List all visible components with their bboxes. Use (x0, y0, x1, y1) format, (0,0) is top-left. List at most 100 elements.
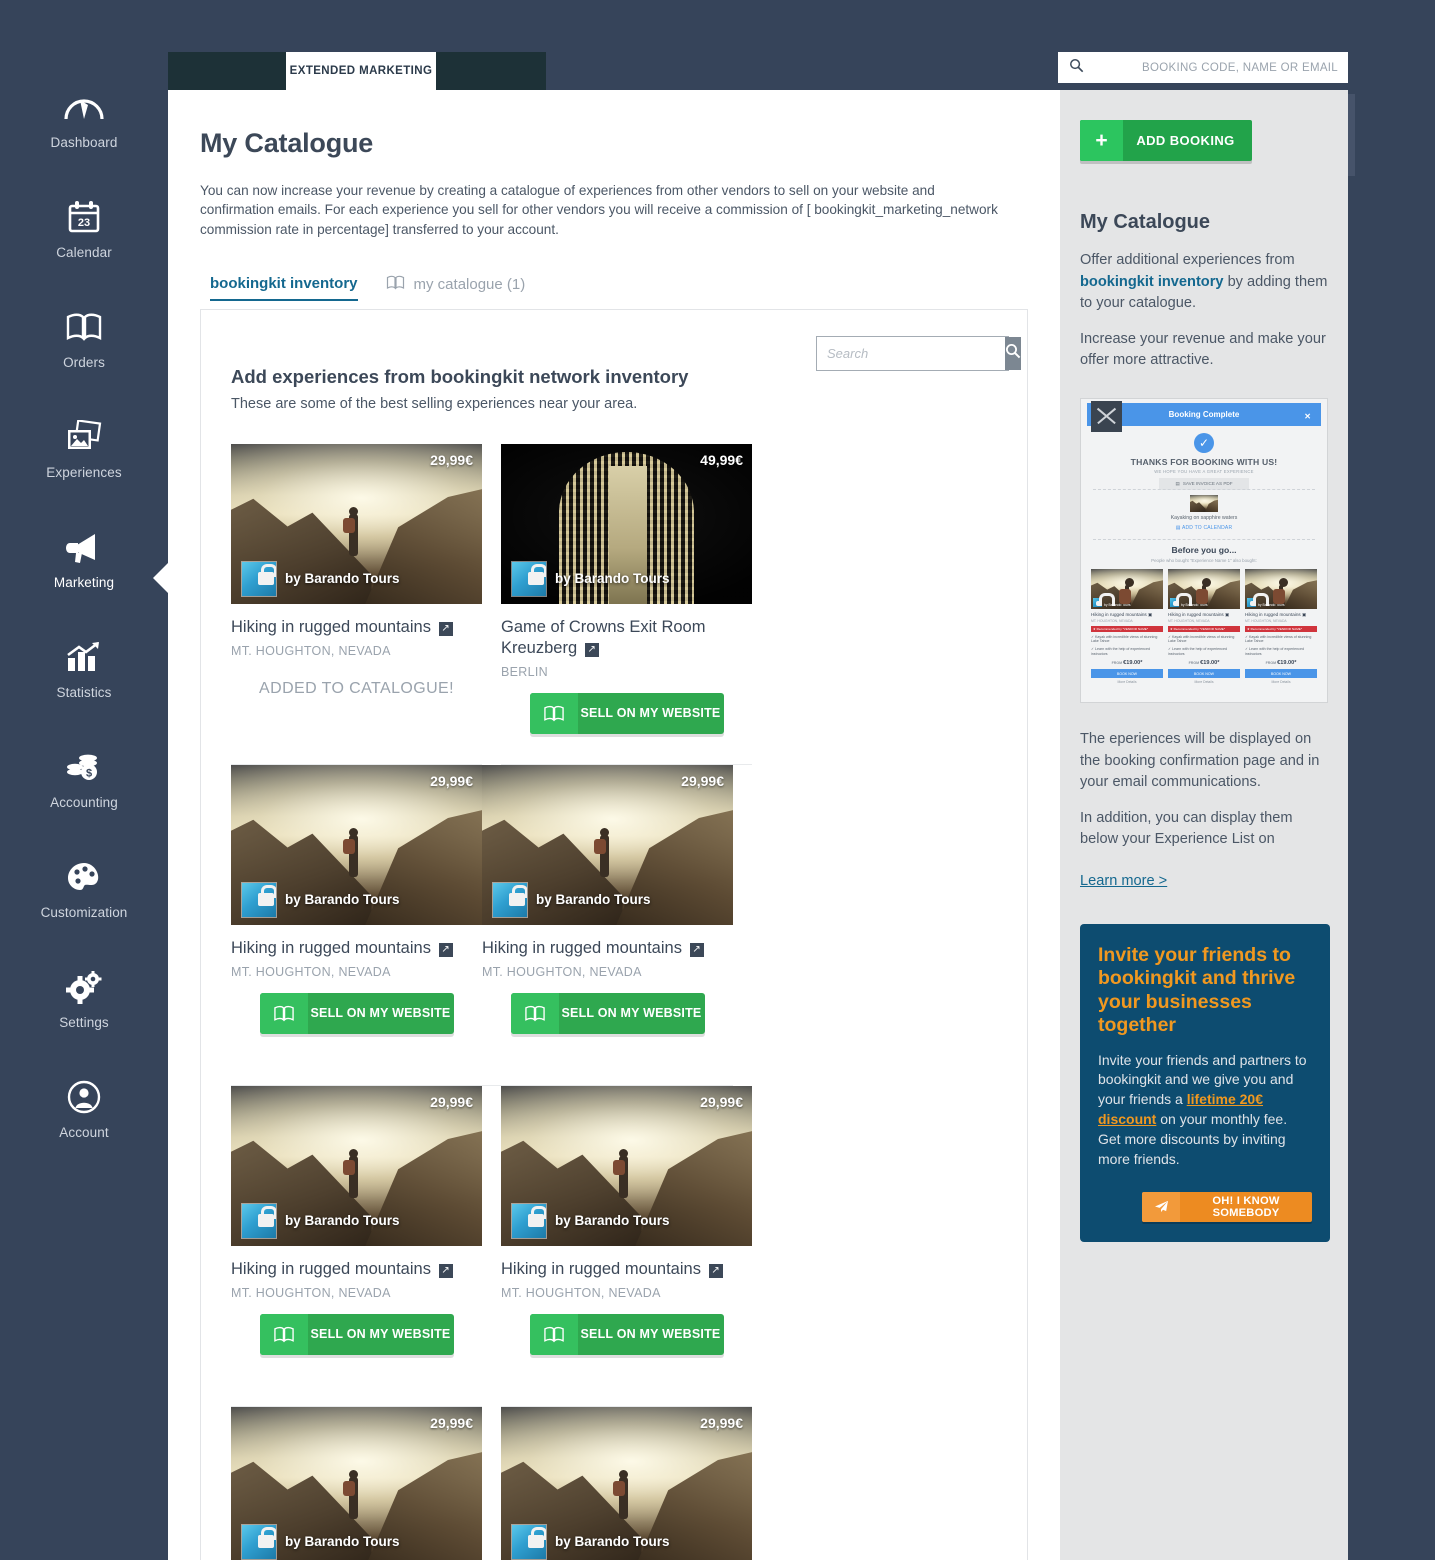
bookingkit-inventory-link[interactable]: bookingkit inventory (1080, 274, 1224, 290)
external-link-icon[interactable]: ↗ (438, 1263, 453, 1278)
book-icon (529, 692, 578, 734)
add-booking-button[interactable]: + ADD BOOKING (1080, 120, 1252, 161)
sell-on-my-website-button[interactable]: SELL ON MY WEBSITE (510, 992, 705, 1034)
global-search-input[interactable] (1084, 52, 1348, 83)
preview-card-location: MT. HOUGHTON, NEVADA (1091, 618, 1133, 623)
right-sidebar: + ADD BOOKING My Catalogue Offer additio… (1060, 90, 1348, 1560)
sell-button-label: SELL ON MY WEBSITE (580, 1327, 721, 1342)
sidebar-item-dashboard[interactable]: Dashboard (0, 84, 168, 194)
vendor-logo-icon (1247, 593, 1269, 607)
experience-card: 29,99€by Barando Tours Hiking in rugged m… (482, 764, 733, 1086)
plus-icon: + (1080, 120, 1123, 161)
svg-text:23: 23 (78, 217, 90, 229)
sell-on-my-website-button[interactable]: SELL ON MY WEBSITE (259, 1313, 454, 1355)
sidebar-item-account[interactable]: Account (0, 1074, 168, 1184)
book-icon (259, 992, 308, 1034)
top-bar: EXTENDED MARKETING (0, 0, 1435, 90)
preview-card-badge: ★ Recommended by *VENDOR NAME* (1245, 625, 1317, 632)
experience-card-inner: 29,99€ by Barando Tours Hiking in rugged m… (231, 1085, 482, 1407)
preview-before-you-go: Before you go... (1171, 544, 1237, 555)
sidebar-label-account: Account (59, 1125, 109, 1140)
experience-thumbnail[interactable]: 29,99€ by Barando Tours (231, 764, 482, 925)
experience-thumbnail[interactable]: 29,99€ by Barando Tours (231, 1406, 482, 1560)
preview-card-image: by Barando Tours (1168, 568, 1240, 609)
preview-card-feature-2: ✓ Learn with the help of experienced ins… (1168, 647, 1227, 656)
experience-vendor: by Barando Tours (241, 1202, 400, 1239)
right-p1-a: Offer additional experiences from (1080, 252, 1295, 268)
experience-thumbnail[interactable]: 49,99€ by Barando Tours (501, 443, 752, 604)
preview-card-feature-1: ✓ Kayak with incredible views of stunnin… (1091, 634, 1158, 644)
vendor-name: by Barando Tours (285, 892, 400, 908)
vendor-logo-icon (1093, 593, 1115, 607)
preview-card-image: by Barando Tours (1245, 568, 1317, 609)
left-sidebar: Dashboard 23 Calendar Orders Experiences… (0, 0, 169, 1560)
svg-text:$: $ (86, 768, 92, 780)
file-icon: ▤ (1175, 480, 1180, 486)
sidebar-label-settings: Settings (59, 1015, 109, 1030)
sell-on-my-website-button[interactable]: SELL ON MY WEBSITE (259, 992, 454, 1034)
learn-more-link[interactable]: Learn more > (1080, 873, 1167, 889)
preview-book-now-button: BOOK NOW (1245, 669, 1317, 679)
inventory-panel: Add experiences from bookingkit network … (200, 308, 1028, 1560)
experience-card: 29,99€by Barando Tours Hiking in rugged m… (231, 443, 482, 765)
sidebar-item-orders[interactable]: Orders (0, 304, 168, 414)
book-icon (510, 992, 559, 1034)
external-link-icon[interactable]: ↗ (708, 1263, 723, 1278)
page-scrollbar[interactable] (1348, 94, 1355, 176)
invite-friends-card: Invite your friends to bookingkit and th… (1080, 923, 1330, 1242)
experience-title[interactable]: Hiking in rugged mountains ↗ (501, 1259, 752, 1280)
external-link-icon[interactable]: ↗ (689, 942, 704, 957)
external-link-icon[interactable]: ↗ (438, 621, 453, 636)
vendor-logo-icon (511, 1523, 547, 1560)
inventory-search-button[interactable] (1005, 336, 1021, 370)
preview-brand-logo (1091, 400, 1122, 432)
experience-title[interactable]: Hiking in rugged mountains ↗ (231, 617, 482, 638)
preview-card-location: MT. HOUGHTON, NEVADA (1168, 618, 1210, 623)
sell-on-my-website-button[interactable]: SELL ON MY WEBSITE (529, 1313, 724, 1355)
inventory-search[interactable] (816, 335, 1021, 371)
experience-thumbnail[interactable]: 29,99€ by Barando Tours (231, 1085, 482, 1246)
sidebar-item-accounting[interactable]: $ Accounting (0, 744, 168, 854)
sidebar-item-experiences[interactable]: Experiences (0, 414, 168, 524)
experience-location: MT. HOUGHTON, NEVADA (482, 964, 642, 979)
preview-recommendation-column: by Barando Tours Hiking in rugged mountai… (1168, 568, 1240, 684)
vendor-name: by Barando Tours (536, 892, 651, 908)
preview-kayak-image (1190, 494, 1218, 512)
inventory-search-input[interactable] (817, 336, 1005, 370)
experience-location: MT. HOUGHTON, NEVADA (231, 1285, 391, 1300)
sidebar-item-calendar[interactable]: 23 Calendar (0, 194, 168, 304)
external-link-icon[interactable]: ↗ (438, 942, 453, 957)
experience-thumbnail[interactable]: 29,99€ by Barando Tours (231, 443, 482, 604)
user-circle-icon (66, 1074, 102, 1120)
experience-title[interactable]: Hiking in rugged mountains ↗ (482, 938, 733, 959)
vendor-name: by Barando Tours (285, 1213, 400, 1229)
main-content: My Catalogue You can now increase your r… (168, 90, 1060, 1560)
sidebar-item-settings[interactable]: Settings (0, 964, 168, 1074)
experience-price: 29,99€ (430, 1093, 473, 1110)
experience-thumbnail[interactable]: 29,99€ by Barando Tours (482, 764, 733, 925)
experience-location: MT. HOUGHTON, NEVADA (501, 1285, 661, 1300)
experience-title[interactable]: Hiking in rugged mountains ↗ (231, 938, 482, 959)
preview-divider-2 (1093, 538, 1315, 540)
sidebar-label-accounting: Accounting (50, 795, 118, 810)
experience-title[interactable]: Game of Crowns Exit Room Kreuzberg ↗ (501, 617, 752, 659)
sidebar-item-marketing[interactable]: Marketing (0, 524, 169, 634)
sell-on-my-website-button[interactable]: SELL ON MY WEBSITE (529, 692, 724, 734)
paper-plane-icon (1142, 1191, 1180, 1222)
experience-card-inner: 29,99€ by Barando Tours Hiking in rugged m… (231, 443, 482, 765)
experience-card: 29,99€by Barando ToursHiking in rugged m… (501, 1406, 752, 1560)
experience-thumbnail[interactable]: 29,99€ by Barando Tours (501, 1085, 752, 1246)
tab-my-catalogue[interactable]: my catalogue (1) (386, 275, 525, 301)
experience-thumbnail[interactable]: 29,99€ by Barando Tours (501, 1406, 752, 1560)
tab-extended-marketing[interactable]: EXTENDED MARKETING (286, 52, 436, 90)
invite-button-label: OH! I KNOW SOMEBODY (1212, 1194, 1280, 1219)
booking-confirmation-preview: Booking Complete ✕ ✓ THANKS FOR BOOKING … (1080, 397, 1328, 703)
tab-spacer-left (168, 52, 286, 90)
tab-bookingkit-inventory[interactable]: bookingkit inventory (210, 275, 358, 301)
global-search[interactable] (1058, 52, 1348, 83)
sidebar-item-statistics[interactable]: Statistics (0, 634, 168, 744)
invite-button[interactable]: OH! I KNOW SOMEBODY (1142, 1191, 1312, 1222)
external-link-icon[interactable]: ↗ (584, 642, 599, 657)
experience-title[interactable]: Hiking in rugged mountains ↗ (231, 1259, 482, 1280)
sidebar-item-customization[interactable]: Customization (0, 854, 168, 964)
